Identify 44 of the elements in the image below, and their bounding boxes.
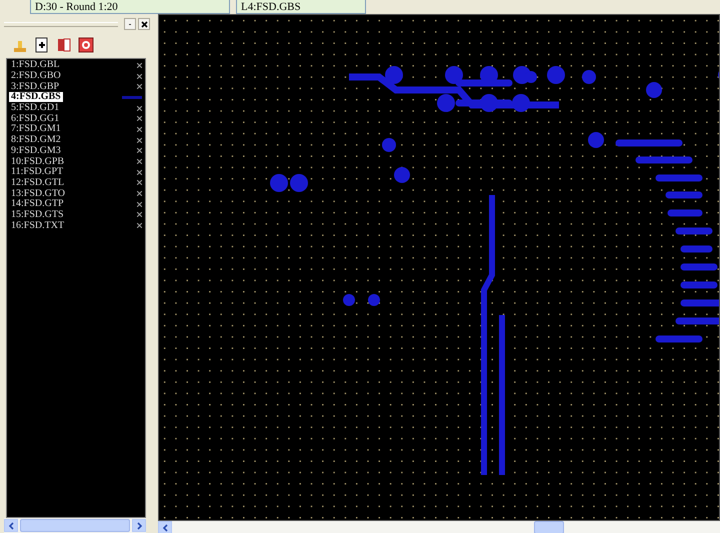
layer-item[interactable]: 16:FSD.TXT: [9, 220, 66, 231]
layer-item[interactable]: 4:FSD.GBS: [9, 92, 63, 102]
remove-icon[interactable]: [137, 62, 142, 68]
remove-icon[interactable]: [137, 106, 142, 111]
remove-icon[interactable]: [137, 159, 142, 164]
scrollbar-thumb[interactable]: [20, 519, 130, 532]
layer-combo[interactable]: L4:FSD.GBS: [236, 0, 366, 14]
layer-item[interactable]: 5:FSD.GD1: [9, 103, 62, 114]
remove-icon[interactable]: [137, 223, 142, 228]
remove-icon[interactable]: [137, 180, 142, 186]
remove-icon[interactable]: [137, 116, 142, 122]
remove-icon[interactable]: [137, 138, 142, 143]
layer-item[interactable]: 1:FSD.GBL: [9, 60, 62, 70]
remove-icon[interactable]: [137, 74, 142, 79]
add-layer-button[interactable]: [34, 37, 50, 53]
scrollbar-thumb[interactable]: [534, 521, 564, 533]
scroll-left-button[interactable]: [4, 519, 18, 532]
remove-icon[interactable]: [137, 126, 142, 132]
scroll-left-button[interactable]: [158, 521, 172, 533]
close-button[interactable]: [138, 18, 150, 30]
layer-item[interactable]: 15:FSD.GTS: [9, 210, 66, 220]
layer-item[interactable]: 11:FSD.GPT: [9, 167, 66, 178]
layer-item[interactable]: 10:FSD.GPB: [9, 156, 66, 167]
layer-item[interactable]: 12:FSD.GTL: [9, 178, 66, 188]
remove-icon[interactable]: [137, 202, 142, 207]
layer-item[interactable]: 13:FSD.GTO: [9, 188, 67, 199]
layer-item[interactable]: 2:FSD.GBO: [9, 71, 63, 82]
layer-item[interactable]: 14:FSD.GTP: [9, 199, 66, 210]
layer-item[interactable]: 6:FSD.GG1: [9, 114, 62, 124]
layer-item[interactable]: 3:FSD.GBP: [9, 82, 62, 92]
remove-icon[interactable]: [137, 170, 142, 175]
remove-icon[interactable]: [137, 191, 142, 196]
remove-icon[interactable]: [137, 84, 142, 90]
scroll-right-button[interactable]: [132, 519, 146, 532]
remove-icon[interactable]: [137, 212, 142, 218]
layer-item[interactable]: 7:FSD.GM1: [9, 124, 63, 134]
remove-icon[interactable]: [137, 148, 142, 154]
layer-item[interactable]: 9:FSD.GM3: [9, 146, 63, 156]
close-icon: [140, 20, 148, 28]
layer-item[interactable]: 8:FSD.GM2: [9, 135, 63, 146]
aperture-combo[interactable]: D:30 - Round 1:20: [30, 0, 230, 14]
active-layer-icon: [122, 96, 142, 99]
book-button[interactable]: [56, 37, 72, 53]
record-button[interactable]: [78, 37, 94, 53]
